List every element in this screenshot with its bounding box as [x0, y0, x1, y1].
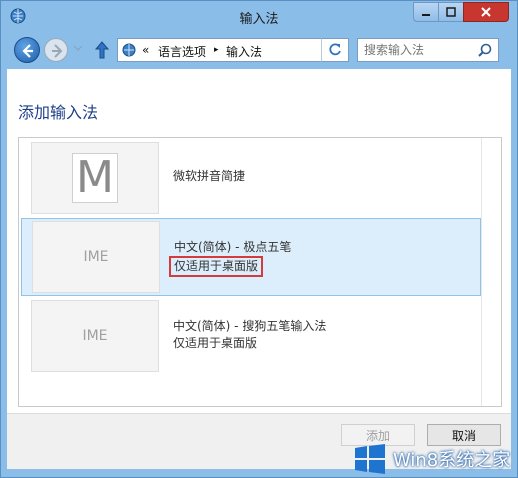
breadcrumb-input-method[interactable]: 输入法 — [226, 43, 262, 60]
ime-logo: M — [72, 153, 118, 203]
up-button[interactable] — [93, 39, 111, 61]
ime-thumbnail: IME — [32, 221, 160, 293]
chevron-down-icon — [73, 45, 83, 51]
minimize-button[interactable] — [413, 2, 439, 22]
minimize-icon — [422, 14, 430, 16]
maximize-icon — [446, 7, 456, 17]
breadcrumb-separator[interactable]: ▸ — [214, 45, 219, 55]
page-title: 添加输入法 — [18, 103, 99, 122]
arrow-left-icon — [22, 44, 33, 58]
desktop-only-note: 仅适用于桌面版 — [173, 336, 258, 350]
watermark: Win8系统之家 — [353, 439, 518, 478]
content-pane: 添加输入法 M 微软拼音简捷 IME 中文(简体) - 极点五笔 仅适用于桌面版 — [7, 69, 511, 469]
ime-thumbnail: IME — [31, 300, 159, 372]
arrow-up-icon — [94, 41, 110, 59]
breadcrumb-overflow[interactable]: « — [142, 43, 149, 57]
desktop-only-note-highlighted: 仅适用于桌面版 — [169, 256, 264, 277]
arrow-right-icon — [52, 44, 63, 58]
search-input[interactable] — [358, 39, 470, 61]
ime-text: 中文(简体) - 搜狗五笔输入法 仅适用于桌面版 — [173, 318, 326, 352]
search-icon[interactable] — [476, 42, 494, 60]
ime-thumbnail: M — [31, 142, 159, 214]
ime-logo: IME — [83, 249, 109, 265]
ime-logo: IME — [82, 328, 108, 344]
list-item-selected[interactable]: IME 中文(简体) - 极点五笔 仅适用于桌面版 — [21, 218, 481, 296]
window: 输入法 « 语言选项 ▸ 输入法 搜索输入法 添加输入法 M 微软拼音简捷 IM… — [0, 0, 518, 478]
close-icon — [481, 7, 491, 17]
recent-pages-dropdown[interactable] — [73, 43, 83, 53]
list-scroll-area[interactable] — [481, 138, 501, 406]
search-box — [357, 38, 499, 62]
breadcrumb-language-options[interactable]: 语言选项 — [158, 43, 206, 60]
control-panel-icon — [121, 42, 139, 58]
close-button[interactable] — [463, 2, 509, 22]
list-item[interactable]: IME 中文(简体) - 搜狗五笔输入法 仅适用于桌面版 — [21, 298, 481, 376]
ime-list: M 微软拼音简捷 IME 中文(简体) - 极点五笔 仅适用于桌面版 IME 中 — [18, 137, 502, 407]
forward-button[interactable] — [44, 38, 68, 62]
ime-name: 微软拼音简捷 — [173, 169, 246, 183]
refresh-button[interactable] — [321, 38, 349, 62]
windows-logo-icon — [355, 444, 385, 474]
list-item[interactable]: M 微软拼音简捷 — [21, 140, 481, 218]
navigation-bar: « 语言选项 ▸ 输入法 — [7, 31, 511, 69]
ime-name: 中文(简体) - 极点五笔 — [174, 240, 292, 254]
ime-name: 中文(简体) - 搜狗五笔输入法 — [173, 319, 327, 333]
address-bar[interactable]: « 语言选项 ▸ 输入法 — [117, 38, 349, 62]
watermark-text: Win8系统之家 — [393, 450, 511, 471]
ime-text: 中文(简体) - 极点五笔 仅适用于桌面版 — [169, 239, 292, 277]
titlebar: 输入法 — [1, 1, 517, 31]
refresh-icon — [329, 43, 341, 56]
back-button[interactable] — [14, 37, 40, 63]
maximize-button[interactable] — [438, 2, 464, 22]
